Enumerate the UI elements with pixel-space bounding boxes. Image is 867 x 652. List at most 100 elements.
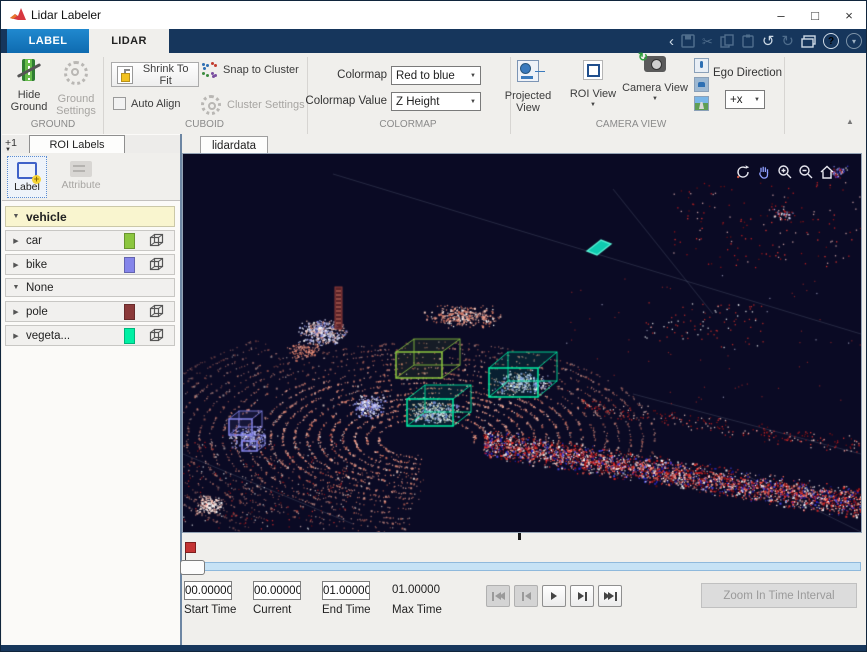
tree-open-icon[interactable]: ▼: [6, 213, 26, 220]
close-button[interactable]: ×: [832, 1, 866, 29]
ego-view-top-icon[interactable]: [694, 58, 709, 73]
document-tabstrip: lidardata: [182, 135, 867, 153]
window-title: Lidar Labeler: [31, 8, 101, 22]
end-time-input[interactable]: [322, 581, 370, 600]
color-swatch[interactable]: [124, 328, 135, 344]
lidar-view-area: lidardata: [182, 134, 867, 645]
tree-open-icon[interactable]: ▼: [6, 284, 26, 291]
ego-view-ego-icon[interactable]: [694, 96, 709, 111]
ego-view-chase-icon[interactable]: [694, 77, 709, 92]
quick-access-toolbar: ‹ ✂ ↺ ↻ ? ▾: [669, 29, 862, 53]
colormap-dropdown[interactable]: Red to blue ▼: [391, 66, 481, 85]
label-icon: [17, 162, 37, 179]
last-frame-button[interactable]: [598, 585, 622, 607]
ego-direction-dropdown[interactable]: +x ▼: [725, 90, 765, 109]
overflow-chevron-icon[interactable]: ‹: [669, 34, 674, 49]
tab-lidar[interactable]: LIDAR: [89, 29, 169, 53]
camera-view-button[interactable]: Camera View ▼: [621, 56, 689, 102]
first-frame-button: [486, 585, 510, 607]
tab-roi-labels[interactable]: ROI Labels: [29, 135, 125, 154]
roi-view-button[interactable]: ROI View ▼: [567, 60, 619, 108]
colormap-value-label: Colormap Value: [301, 95, 387, 107]
tab-lidardata[interactable]: lidardata: [200, 136, 268, 154]
label-group-none[interactable]: ▼ None: [5, 278, 175, 297]
label-row-pole[interactable]: ▶ pole: [5, 301, 175, 322]
qat-more-icon[interactable]: ▾: [846, 33, 862, 49]
chevron-down-icon: ▼: [567, 102, 619, 108]
next-frame-button[interactable]: [570, 585, 594, 607]
time-marker: [518, 533, 521, 540]
cut-icon[interactable]: ✂: [702, 35, 713, 48]
more-tabs-button[interactable]: +1 ▼: [5, 137, 27, 153]
point-cloud-view: [182, 153, 862, 533]
roi-view-icon: [583, 60, 603, 80]
projected-view-button[interactable]: Projected View: [495, 60, 561, 114]
time-slider-handle[interactable]: [180, 560, 205, 575]
chevron-down-icon: ▼: [621, 96, 689, 102]
copy-icon[interactable]: [720, 34, 734, 48]
ribbon-tab-bar: LABEL LIDAR ‹ ✂ ↺ ↻ ? ▾: [1, 29, 866, 53]
paste-icon[interactable]: [741, 34, 755, 48]
start-time-flag[interactable]: [185, 542, 196, 553]
help-icon[interactable]: ?: [823, 33, 839, 49]
axes-toolbar: [734, 163, 835, 180]
cuboid-shape-icon[interactable]: [149, 233, 164, 248]
attribute-icon: [70, 161, 92, 177]
gear-icon: [64, 61, 88, 85]
maximize-button[interactable]: □: [798, 1, 832, 29]
zoom-out-icon[interactable]: [797, 163, 814, 180]
tree-closed-icon[interactable]: ▶: [6, 332, 26, 340]
cuboid-shape-icon[interactable]: [149, 328, 164, 343]
save-icon[interactable]: [681, 34, 695, 48]
color-swatch[interactable]: [124, 233, 135, 249]
shrink-to-fit-button[interactable]: Shrink To Fit: [111, 62, 199, 87]
section-label-camera-view: CAMERA VIEW: [510, 119, 752, 130]
tree-closed-icon[interactable]: ▶: [6, 237, 26, 245]
label-row-vegetation[interactable]: ▶ vegeta...: [5, 325, 175, 346]
snap-to-cluster-icon: [201, 62, 217, 78]
label-group-vehicle[interactable]: ▼ vehicle: [5, 206, 175, 227]
start-time-input[interactable]: [184, 581, 232, 600]
collapse-ribbon-icon[interactable]: ▲: [846, 117, 854, 126]
cuboid-shape-icon[interactable]: [149, 257, 164, 272]
add-label-button[interactable]: Label: [7, 156, 47, 198]
hide-ground-button[interactable]: Hide Ground: [8, 59, 50, 113]
label-row-car[interactable]: ▶ car: [5, 230, 175, 251]
undo-icon[interactable]: ↺: [762, 34, 775, 49]
tree-closed-icon[interactable]: ▶: [6, 308, 26, 316]
colormap-label: Colormap: [311, 69, 387, 81]
chevron-down-icon: ▼: [754, 97, 760, 103]
roi-labels-panel: +1 ▼ ROI Labels Label Attribute ▼ vehicl…: [2, 134, 180, 645]
current-time-input[interactable]: [253, 581, 301, 600]
minimize-button[interactable]: –: [764, 1, 798, 29]
redo-icon[interactable]: ↻: [781, 34, 794, 49]
camera-view-icon: [644, 56, 666, 72]
colormap-value-dropdown[interactable]: Z Height ▼: [391, 92, 481, 111]
pan-icon[interactable]: [755, 163, 772, 180]
hide-ground-icon: [18, 59, 40, 83]
shrink-to-fit-icon: [117, 66, 133, 84]
max-time-label: Max Time: [392, 604, 442, 616]
tab-label[interactable]: LABEL: [7, 29, 89, 53]
app-window: Lidar Labeler – □ × LABEL LIDAR ‹ ✂ ↺ ↻ …: [0, 0, 867, 652]
time-slider-track[interactable]: [187, 562, 861, 571]
left-panel-tabstrip: +1 ▼ ROI Labels: [2, 135, 180, 154]
projected-view-icon: [517, 60, 539, 82]
rotate-3d-icon[interactable]: [734, 163, 751, 180]
label-row-bike[interactable]: ▶ bike: [5, 254, 175, 275]
checkbox-icon: [113, 97, 126, 110]
home-icon[interactable]: [818, 163, 835, 180]
color-swatch[interactable]: [124, 304, 135, 320]
window-bottom-border: [1, 645, 866, 652]
color-swatch[interactable]: [124, 257, 135, 273]
layout-icon[interactable]: [801, 35, 816, 48]
tree-closed-icon[interactable]: ▶: [6, 261, 26, 269]
snap-to-cluster-button[interactable]: Snap to Cluster: [201, 62, 299, 78]
zoom-in-icon[interactable]: [776, 163, 793, 180]
play-button[interactable]: [542, 585, 566, 607]
matlab-logo-icon: [9, 7, 27, 23]
cuboid-shape-icon[interactable]: [149, 304, 164, 319]
ground-settings-button: Ground Settings: [53, 59, 99, 117]
auto-align-checkbox[interactable]: Auto Align: [113, 97, 181, 110]
point-cloud-canvas[interactable]: [183, 154, 861, 532]
